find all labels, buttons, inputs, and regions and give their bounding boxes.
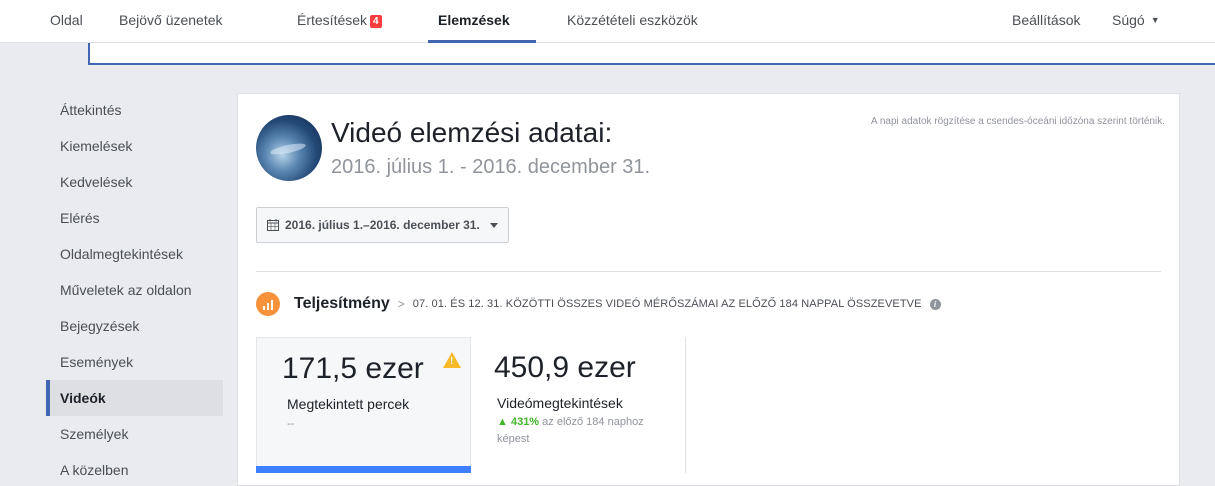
- date-range-picker-label: 2016. július 1.–2016. december 31.: [285, 218, 480, 232]
- page-title: Videó elemzési adatai:: [331, 117, 613, 148]
- nav-tab-settings[interactable]: Beállítások: [1012, 12, 1080, 28]
- date-range-picker[interactable]: 2016. július 1.–2016. december 31.: [256, 207, 509, 243]
- sidebar-item-actions-on-page[interactable]: Műveletek az oldalon: [46, 272, 223, 308]
- nav-tab-inbox[interactable]: Bejövő üzenetek: [119, 12, 223, 28]
- subheader-strip: [88, 43, 1215, 65]
- sidebar-item-overview[interactable]: Áttekintés: [46, 92, 223, 128]
- date-range-subtitle: 2016. július 1. - 2016. december 31.: [331, 156, 651, 178]
- sidebar-item-likes[interactable]: Kedvelések: [46, 164, 223, 200]
- sidebar-item-promotions[interactable]: Kiemelések: [46, 128, 223, 164]
- bar-chart-icon: [256, 292, 280, 316]
- nav-tab-notifications[interactable]: Értesítések 4: [297, 12, 382, 28]
- metric-card-minutes-viewed[interactable]: 171,5 ezer ! Megtekintett percek --: [256, 337, 471, 473]
- warning-icon[interactable]: !: [443, 352, 461, 368]
- performance-header: Teljesítmény > 07. 01. ÉS 12. 31. KÖZÖTT…: [256, 292, 941, 316]
- nav-tab-notifications-label: Értesítések: [297, 12, 368, 28]
- sidebar-item-people[interactable]: Személyek: [46, 416, 223, 452]
- metric-separator: [685, 337, 686, 473]
- chevron-down-icon: ▼: [1150, 15, 1160, 25]
- chevron-down-icon: [489, 222, 498, 228]
- metric-label: Megtekintett percek: [287, 396, 410, 412]
- video-insights-panel: Videó elemzési adatai: 2016. július 1. -…: [237, 93, 1180, 486]
- metric-value: 171,5 ezer: [282, 352, 424, 385]
- sidebar-item-events[interactable]: Események: [46, 344, 223, 380]
- nav-tab-publishing-tools[interactable]: Közzétételi eszközök: [567, 12, 698, 28]
- selected-metric-indicator: [256, 466, 471, 473]
- metric-value: 450,9 ezer: [494, 351, 636, 384]
- calendar-icon: [267, 219, 279, 231]
- timezone-note: A napi adatok rögzítése a csendes-óceáni…: [870, 116, 1165, 127]
- sidebar-item-page-views[interactable]: Oldalmegtekintések: [46, 236, 223, 272]
- page-avatar: [256, 115, 322, 181]
- nav-tab-help-label: Súgó: [1112, 12, 1145, 28]
- section-divider: [256, 271, 1161, 272]
- sidebar-item-posts[interactable]: Bejegyzések: [46, 308, 223, 344]
- metric-change: --: [287, 418, 295, 430]
- info-icon[interactable]: i: [929, 298, 941, 310]
- nav-tab-insights[interactable]: Elemzések: [438, 12, 510, 28]
- sidebar-item-reach[interactable]: Elérés: [46, 200, 223, 236]
- sidebar-item-videos[interactable]: Videók: [46, 380, 223, 416]
- top-nav: Oldal Bejövő üzenetek Értesítések 4 Elemz…: [0, 0, 1215, 43]
- nav-tab-page[interactable]: Oldal: [50, 12, 83, 28]
- performance-title[interactable]: Teljesítmény: [294, 295, 390, 313]
- metric-label: Videómegtekintések: [497, 395, 623, 411]
- chevron-right-icon: >: [397, 297, 405, 311]
- metric-change: ▲ 431% az előző 184 naphoz képest: [497, 414, 677, 448]
- insights-sidebar: Áttekintés Kiemelések Kedvelések Elérés …: [46, 92, 223, 486]
- nav-tab-help[interactable]: Súgó ▼: [1112, 12, 1160, 28]
- sidebar-item-local[interactable]: A közelben: [46, 452, 223, 486]
- trend-up-icon: ▲: [497, 416, 508, 428]
- change-percent: 431%: [510, 416, 540, 428]
- performance-description: 07. 01. ÉS 12. 31. KÖZÖTTI ÖSSZES VIDEÓ …: [412, 298, 922, 310]
- notification-count-badge: 4: [370, 15, 382, 28]
